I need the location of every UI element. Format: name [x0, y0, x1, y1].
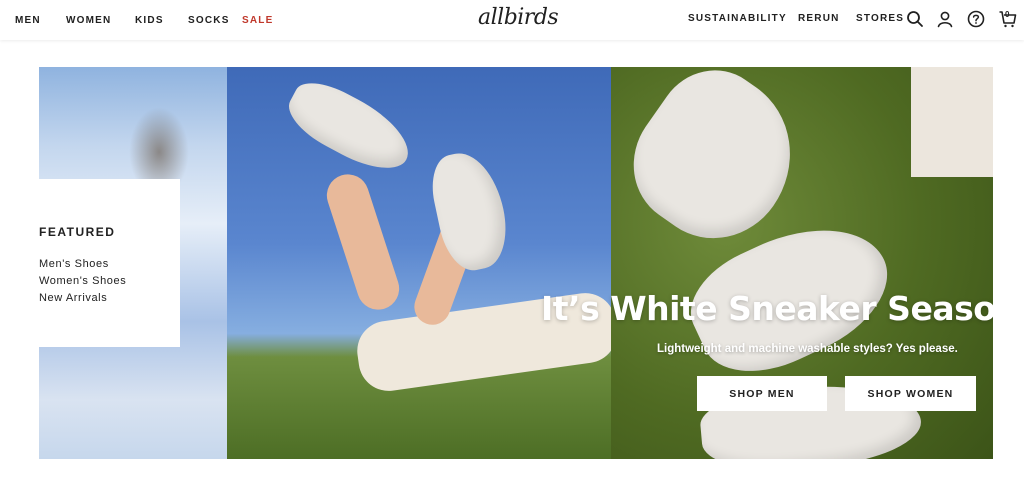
- nav-sale[interactable]: SALE: [242, 15, 273, 26]
- hero-title: It’s White Sneaker Season: [541, 289, 993, 328]
- nav-men[interactable]: MEN: [15, 15, 41, 26]
- sneaker-illustration: [279, 71, 421, 183]
- help-icon[interactable]: [966, 9, 986, 29]
- cloth-illustration: [911, 67, 993, 177]
- nav-rerun[interactable]: RERUN: [798, 13, 840, 24]
- featured-title: FEATURED: [39, 225, 116, 239]
- search-icon[interactable]: [905, 9, 925, 29]
- featured-link-mens-shoes[interactable]: Men's Shoes: [39, 258, 109, 270]
- hero-image-sky: [227, 67, 621, 459]
- cart-icon[interactable]: 0: [998, 9, 1018, 29]
- featured-menu: FEATURED Men's Shoes Women's Shoes New A…: [39, 179, 180, 347]
- nav-women[interactable]: WOMEN: [66, 15, 111, 26]
- nav-socks[interactable]: SOCKS: [188, 15, 230, 26]
- brand-logo[interactable]: allbirds: [478, 5, 559, 30]
- hero-subtitle: Lightweight and machine washable styles?…: [657, 343, 958, 355]
- featured-link-womens-shoes[interactable]: Women's Shoes: [39, 275, 126, 287]
- nav-sustainability[interactable]: SUSTAINABILITY: [688, 13, 787, 24]
- account-icon[interactable]: [935, 9, 955, 29]
- cart-count: 0: [1005, 10, 1010, 19]
- leg-illustration: [321, 168, 405, 316]
- shop-women-button[interactable]: SHOP WOMEN: [845, 376, 976, 411]
- nav-stores[interactable]: STORES: [856, 13, 904, 24]
- featured-link-new-arrivals[interactable]: New Arrivals: [39, 292, 107, 304]
- shop-men-button[interactable]: SHOP MEN: [697, 376, 827, 411]
- site-header: MEN WOMEN KIDS SOCKS SALE allbirds SUSTA…: [0, 0, 1024, 40]
- nav-kids[interactable]: KIDS: [135, 15, 164, 26]
- hero-banner: FEATURED Men's Shoes Women's Shoes New A…: [39, 67, 993, 459]
